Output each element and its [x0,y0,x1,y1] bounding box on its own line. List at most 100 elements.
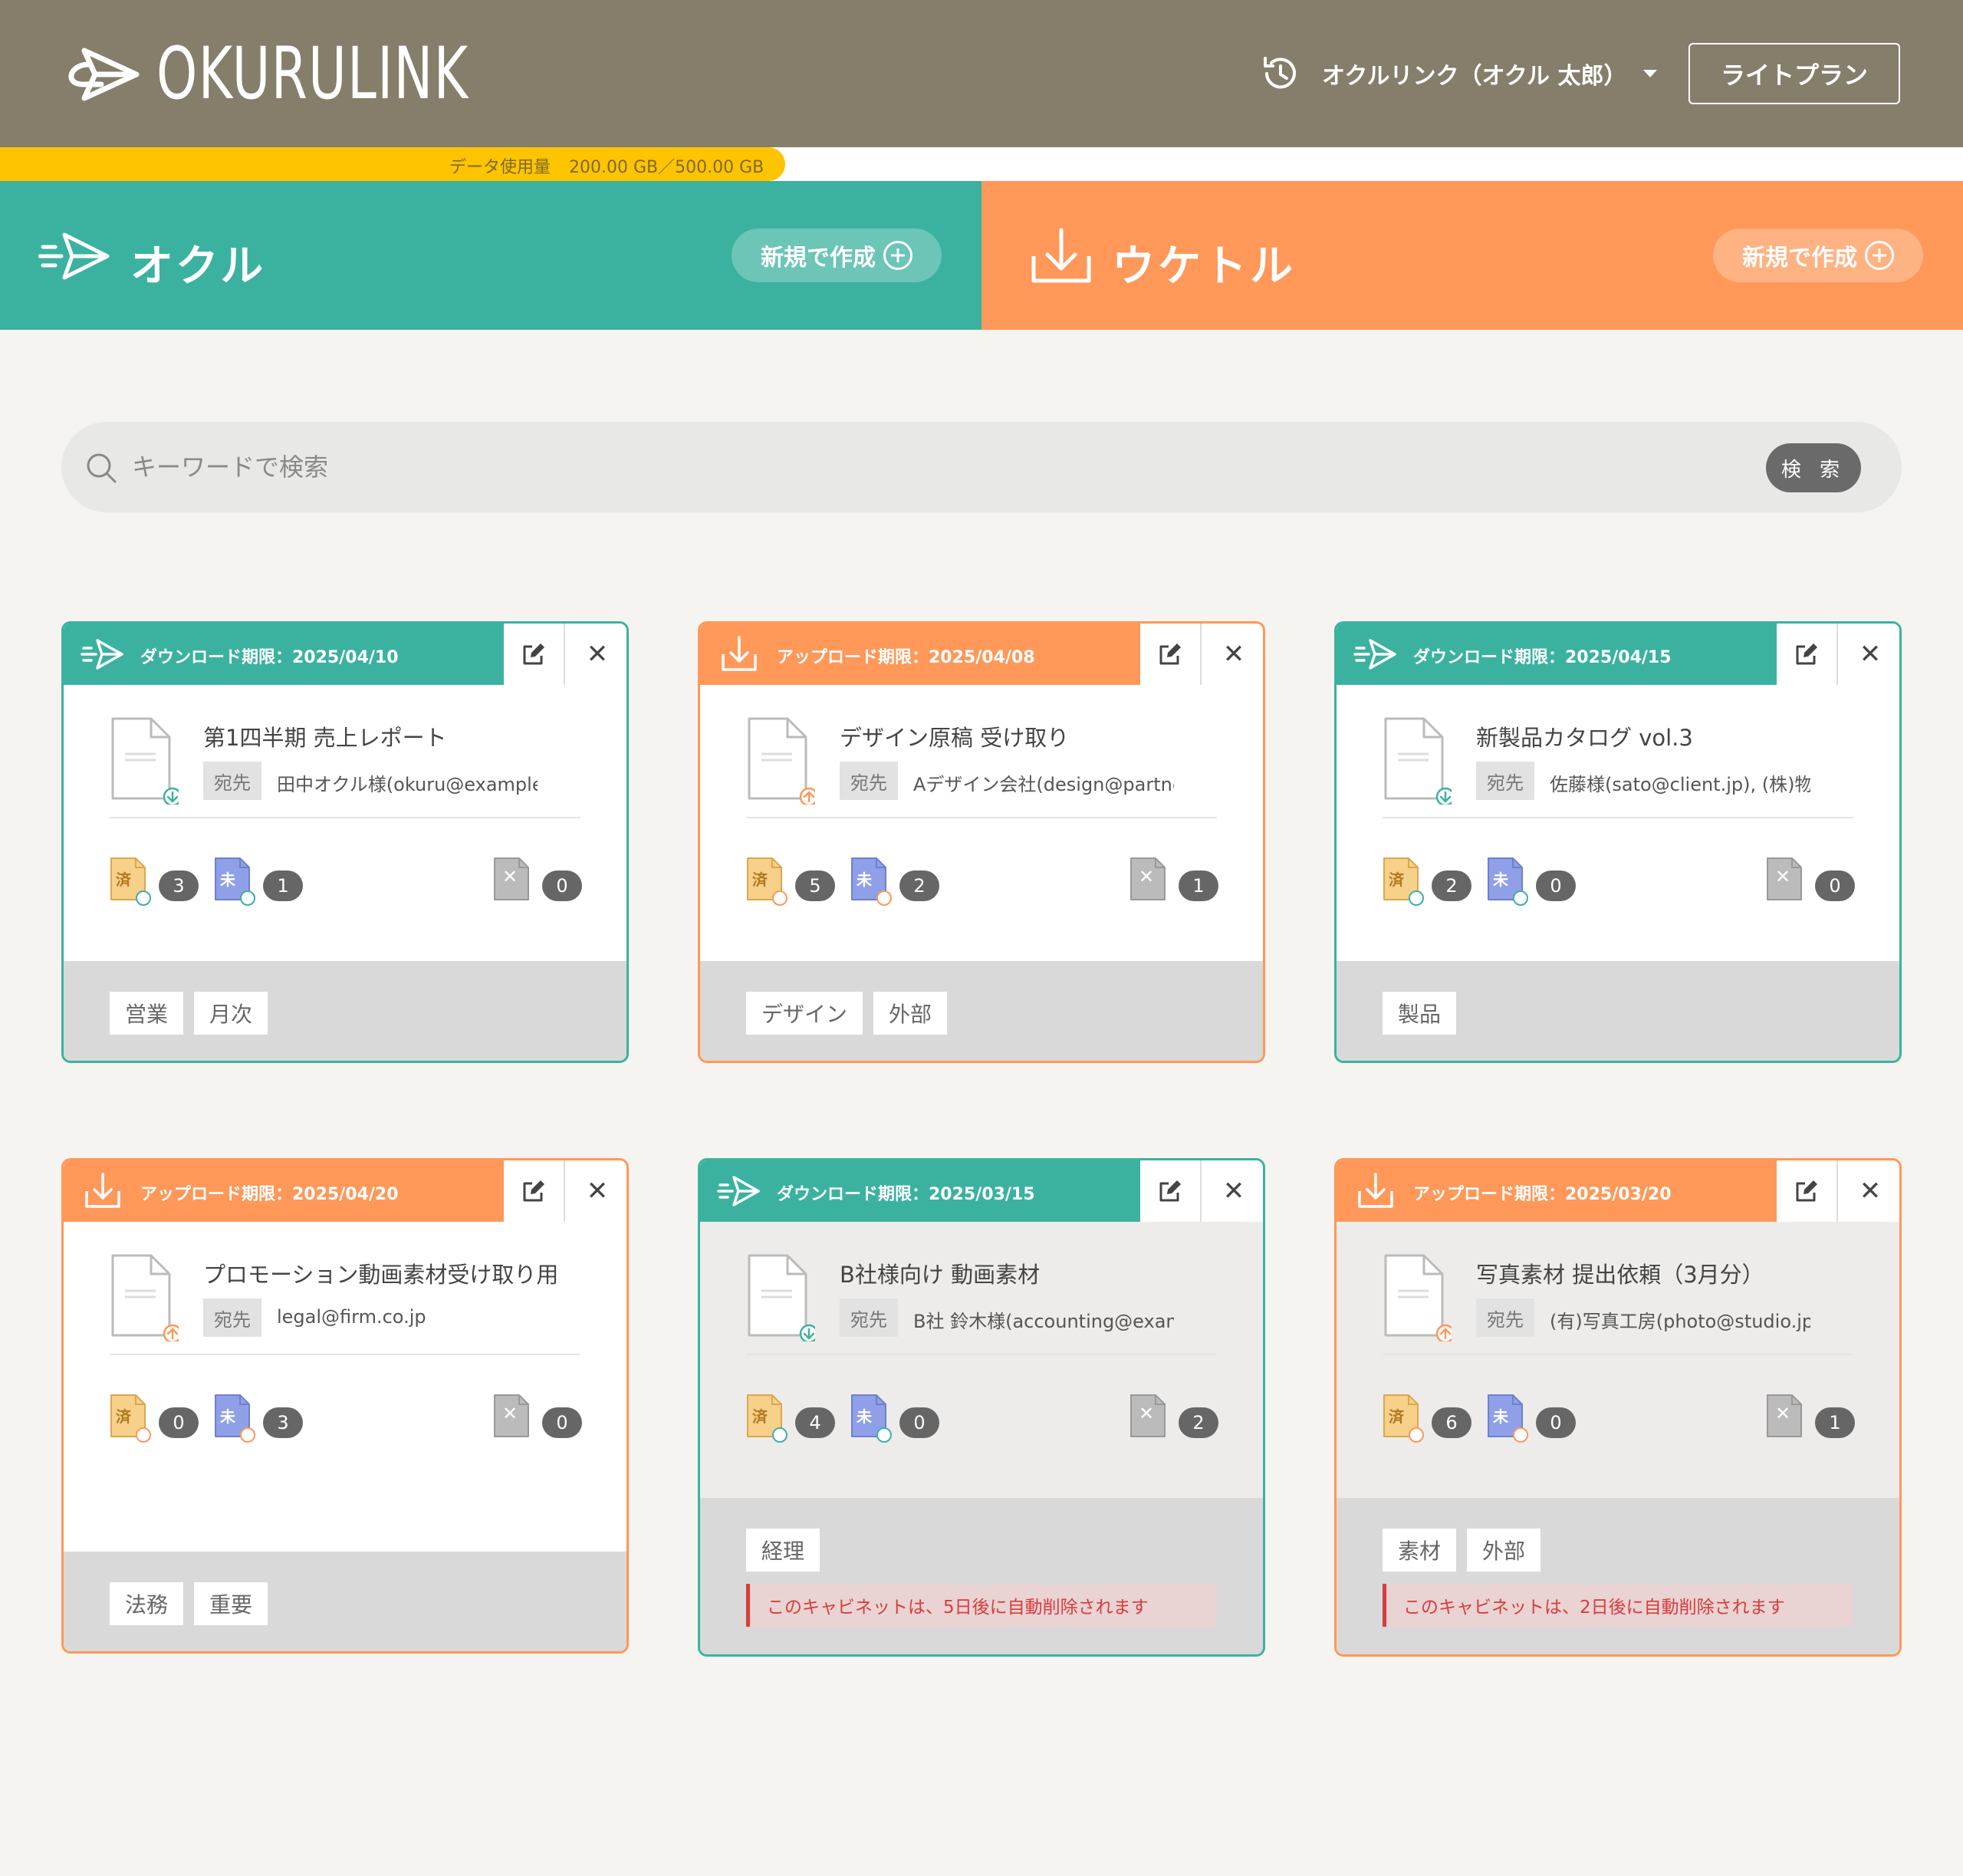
card-deadline: ダウンロード期限：2025/03/15 [777,1185,1035,1204]
card-body: B社様向け 動画素材宛先 B社 鈴木様(accounting@example.co… [700,1222,1263,1498]
plan-button[interactable]: ライトプラン [1688,43,1900,104]
card-footer: 素材 外部 このキャビネットは、2日後に自動削除されます [1337,1498,1899,1654]
done-count: 0 [159,1407,199,1438]
cabinet-card[interactable]: ダウンロード期限：2025/04/15 ✕ 新製品カタログ vol.3 宛先 佐藤様(s… [1334,621,1902,1063]
recipient-label: 宛先 [840,762,898,800]
card-title[interactable]: 第1四半期 売上レポート [203,720,447,752]
card-divider [1383,1354,1853,1355]
failed-count-stat: ✕ 0 [493,854,582,910]
search-button[interactable]: 検 索 [1766,443,1861,492]
close-button[interactable]: ✕ [1203,1160,1263,1222]
edit-button[interactable] [504,624,565,685]
account-menu[interactable]: オクルリンク（オクル 太郎） [1259,52,1658,95]
edit-icon [523,1180,544,1202]
close-button[interactable]: ✕ [567,624,626,685]
search-input[interactable] [132,440,1742,494]
done-count: 2 [1432,871,1471,901]
card-header: ダウンロード期限：2025/04/10 ✕ [64,624,626,685]
close-icon: ✕ [1775,866,1791,887]
pending-count-stat: 未0 [850,1391,939,1447]
close-icon: ✕ [1859,1176,1882,1206]
tag[interactable]: 営業 [110,992,184,1035]
done-count-stat: 済4 [746,1391,835,1447]
done-count: 5 [795,871,835,901]
card-divider [110,817,580,818]
tag[interactable]: デザイン [746,992,863,1035]
edit-button[interactable] [1140,624,1202,685]
close-button[interactable]: ✕ [567,1160,626,1222]
data-usage-amount: 200.00 GB／500.00 GB [569,158,764,177]
cabinet-card[interactable]: アップロード期限：2025/03/20 ✕ 写真素材 提出依頼（3月分） 宛先 (有)写… [1334,1158,1902,1657]
recipient-label: 宛先 [203,1298,261,1337]
pending-count-stat: 未1 [214,854,303,910]
edit-button[interactable] [1777,1160,1838,1222]
card-title[interactable]: プロモーション動画素材受け取り用 [203,1257,558,1289]
card-deadline: ダウンロード期限：2025/04/15 [1413,648,1672,667]
app-header: OKURULINK オクルリンク（オクル 太郎） ライトプラン [0,0,1963,147]
recipient-value: (有)写真工房(photo@studio.jp) [1550,1311,1810,1332]
edit-button[interactable] [1140,1160,1202,1222]
failed-count-stat: ✕ 0 [1766,854,1855,910]
card-divider [746,1354,1217,1355]
done-count: 4 [795,1407,835,1438]
close-button[interactable]: ✕ [1203,624,1263,685]
card-title[interactable]: デザイン原稿 受け取り [840,720,1069,752]
paper-plane-logo-icon [68,48,140,101]
recipient-value: legal@firm.co.jp [277,1306,426,1328]
send-icon [717,1176,760,1206]
send-title: オクル [130,242,267,291]
pending-glyph: 未 [220,871,235,889]
pending-glyph: 未 [1493,1407,1508,1426]
cabinet-card[interactable]: アップロード期限：2025/04/20 ✕ プロモーション動画素材受け取り用宛先 le… [61,1158,629,1654]
send-new-button[interactable]: 新規で作成 [732,229,942,282]
tag[interactable]: 素材 [1383,1529,1457,1572]
close-button[interactable]: ✕ [1840,624,1899,685]
card-deadline: アップロード期限：2025/04/20 [140,1185,399,1204]
pending-glyph: 未 [857,871,872,889]
card-title[interactable]: 新製品カタログ vol.3 [1476,720,1693,752]
card-header-bar: ダウンロード期限：2025/04/10 [64,624,504,685]
cabinet-card[interactable]: ダウンロード期限：2025/04/10 ✕ 第1四半期 売上レポート 宛先 田中オクル様… [61,621,629,1063]
edit-icon [1159,643,1181,665]
cabinet-card[interactable]: ダウンロード期限：2025/03/15 ✕ B社様向け 動画素材 宛先 B社 鈴木様(a… [698,1158,1265,1657]
receive-new-button[interactable]: 新規で作成 [1713,229,1923,282]
edit-button[interactable] [1777,624,1838,685]
close-icon: ✕ [1222,639,1245,670]
tag[interactable]: 経理 [746,1529,820,1572]
card-body: 写真素材 提出依頼（3月分） 宛先 (有)写真工房(photo@studio.jp)… [1337,1222,1899,1498]
failed-count: 0 [542,1407,582,1438]
close-button[interactable]: ✕ [1840,1160,1899,1222]
tag[interactable]: 法務 [110,1582,184,1625]
download-icon [85,1173,120,1208]
plus-circle-icon [1865,241,1894,270]
card-title[interactable]: B社様向け 動画素材 [840,1257,1040,1289]
tag[interactable]: 製品 [1383,992,1457,1035]
failed-count: 0 [1815,871,1855,901]
tag[interactable]: 月次 [194,992,268,1035]
done-glyph: 済 [752,1407,768,1426]
tag[interactable]: 外部 [1467,1529,1541,1572]
send-icon [81,639,123,670]
tag[interactable]: 外部 [873,992,948,1035]
edit-icon [1796,1180,1817,1202]
card-title[interactable]: 写真素材 提出依頼（3月分） [1476,1257,1764,1289]
cabinet-card[interactable]: アップロード期限：2025/04/08 ✕ デザイン原稿 受け取り 宛先 Aデザイン会社… [698,621,1265,1063]
recipient-value: 田中オクル様(okuru@example.co.jp) [277,774,538,795]
edit-button[interactable] [504,1160,565,1222]
pending-count: 1 [263,871,303,901]
document-icon [1384,1254,1452,1341]
edit-icon [1159,1180,1181,1202]
download-icon [1031,228,1091,283]
card-footer: デザイン 外部 [700,961,1263,1061]
logo[interactable]: OKURULINK [61,38,590,110]
done-count-stat: 済0 [110,1391,199,1447]
card-body: デザイン原稿 受け取り宛先 Aデザイン会社(design@partner.com)… [700,685,1263,961]
card-body: 第1四半期 売上レポート宛先田中オクル様(okuru@example.co.jp… [64,685,626,961]
recipient-value: 佐藤様(sato@client.jp), (株)物販(yan [1550,774,1810,795]
card-header: ダウンロード期限：2025/04/15 ✕ [1337,624,1899,685]
document-icon [111,717,179,805]
document-icon [111,1254,179,1341]
pending-count: 0 [1536,1407,1576,1438]
card-deadline: アップロード期限：2025/04/08 [777,648,1035,667]
tag[interactable]: 重要 [194,1582,268,1625]
